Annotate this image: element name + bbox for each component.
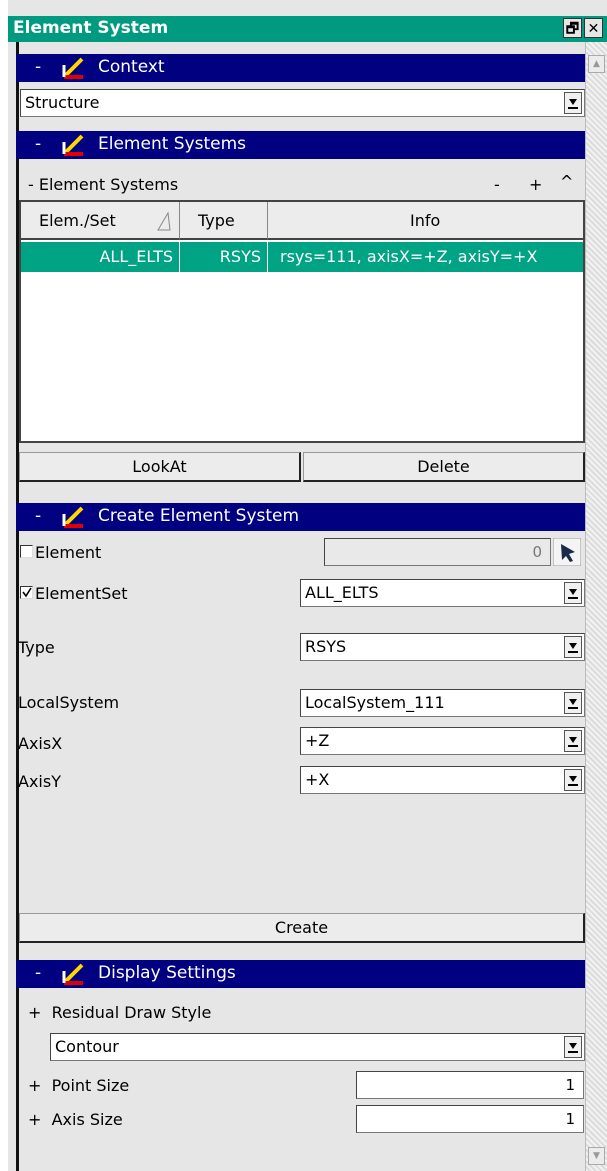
create-button[interactable]: Create	[19, 913, 585, 943]
axisx-label: AxisX	[18, 734, 63, 753]
axes-icon	[61, 506, 85, 532]
delete-button[interactable]: Delete	[303, 452, 585, 482]
element-system-window: Element System 🗗 ✕ ▲ ▼ - Context Structu…	[8, 0, 607, 1171]
collapse-toggle[interactable]: -	[35, 134, 41, 154]
axisy-select[interactable]: +X	[300, 766, 585, 794]
element-systems-header[interactable]: - Element Systems	[16, 131, 585, 159]
residual-draw-style-label[interactable]: + Residual Draw Style	[28, 1003, 211, 1022]
display-settings-title: Display Settings	[98, 963, 236, 983]
element-checkbox[interactable]	[20, 545, 33, 558]
create-title: Create Element System	[98, 506, 300, 526]
context-value: Structure	[25, 93, 100, 112]
combo-arrow-icon[interactable]	[564, 769, 582, 791]
point-size-field[interactable]: 1	[356, 1071, 584, 1099]
localsystem-label: LocalSystem	[18, 693, 120, 712]
add-row-button[interactable]: +	[529, 175, 542, 194]
title-bar: Element System 🗗 ✕	[8, 16, 607, 42]
element-id-field[interactable]: 0	[324, 538, 551, 566]
element-systems-subheader[interactable]: - Element Systems	[28, 175, 178, 194]
combo-arrow-icon[interactable]	[564, 1036, 582, 1058]
restore-button[interactable]: 🗗	[563, 18, 582, 38]
element-label: Element	[35, 543, 102, 562]
lookat-button[interactable]: LookAt	[19, 452, 301, 482]
row-elem-set: ALL_ELTS	[21, 242, 180, 272]
collapse-toggle[interactable]: -	[35, 57, 41, 77]
collapse-toggle[interactable]: -	[35, 963, 41, 983]
axisy-label: AxisY	[18, 772, 61, 791]
axisy-value: +X	[305, 770, 330, 789]
close-button[interactable]: ✕	[584, 18, 603, 38]
localsystem-select[interactable]: LocalSystem_111	[300, 689, 585, 717]
residual-draw-style-select[interactable]: Contour	[50, 1033, 585, 1061]
column-header-elem-set[interactable]: Elem./Set	[21, 202, 180, 240]
axisx-select[interactable]: +Z	[300, 727, 585, 755]
point-size-label[interactable]: + Point Size	[28, 1076, 129, 1095]
scroll-up-icon[interactable]: ▲	[588, 55, 605, 73]
elementset-checkbox[interactable]	[20, 586, 33, 599]
elementset-label: ElementSet	[35, 584, 128, 603]
scroll-down-icon[interactable]: ▼	[588, 1147, 605, 1165]
window-title: Element System	[13, 18, 169, 38]
vertical-scrollbar[interactable]: ▲ ▼	[585, 42, 607, 1171]
combo-arrow-icon[interactable]	[564, 636, 582, 658]
type-select[interactable]: RSYS	[300, 633, 585, 661]
sort-icon	[156, 211, 172, 235]
type-label: Type	[18, 638, 55, 657]
combo-arrow-icon[interactable]	[564, 692, 582, 714]
axes-icon	[61, 963, 85, 989]
element-systems-table[interactable]: Elem./Set Type Info ALL_ELTS RSYS rsys=1…	[19, 200, 585, 443]
residual-draw-style-value: Contour	[55, 1037, 119, 1056]
axis-size-label[interactable]: + Axis Size	[28, 1110, 123, 1129]
type-value: RSYS	[305, 637, 347, 656]
axisx-value: +Z	[305, 731, 330, 750]
combo-arrow-icon[interactable]	[564, 582, 582, 604]
context-select[interactable]: Structure	[20, 89, 585, 117]
column-header-type[interactable]: Type	[180, 202, 268, 240]
create-element-system-header[interactable]: - Create Element System	[16, 503, 585, 531]
move-up-button[interactable]: ^	[560, 172, 573, 191]
elementset-select[interactable]: ALL_ELTS	[300, 579, 585, 607]
collapse-toggle[interactable]: -	[35, 506, 41, 526]
remove-row-button[interactable]: -	[494, 175, 500, 194]
elementset-value: ALL_ELTS	[305, 583, 379, 602]
row-info: rsys=111, axisX=+Z, axisY=+X	[280, 247, 538, 266]
axis-size-field[interactable]: 1	[356, 1105, 584, 1133]
context-title: Context	[98, 57, 165, 77]
element-systems-title: Element Systems	[98, 134, 247, 154]
context-header[interactable]: - Context	[16, 54, 585, 82]
table-row[interactable]: ALL_ELTS RSYS rsys=111, axisX=+Z, axisY=…	[21, 242, 583, 272]
combo-arrow-icon[interactable]	[564, 92, 582, 114]
axes-icon	[61, 134, 85, 160]
combo-arrow-icon[interactable]	[564, 730, 582, 752]
localsystem-value: LocalSystem_111	[305, 693, 445, 712]
display-settings-header[interactable]: - Display Settings	[16, 960, 585, 988]
pick-arrow-icon[interactable]	[552, 537, 582, 570]
axes-icon	[61, 57, 85, 83]
column-header-info[interactable]: Info	[268, 202, 583, 240]
row-type: RSYS	[180, 242, 268, 272]
